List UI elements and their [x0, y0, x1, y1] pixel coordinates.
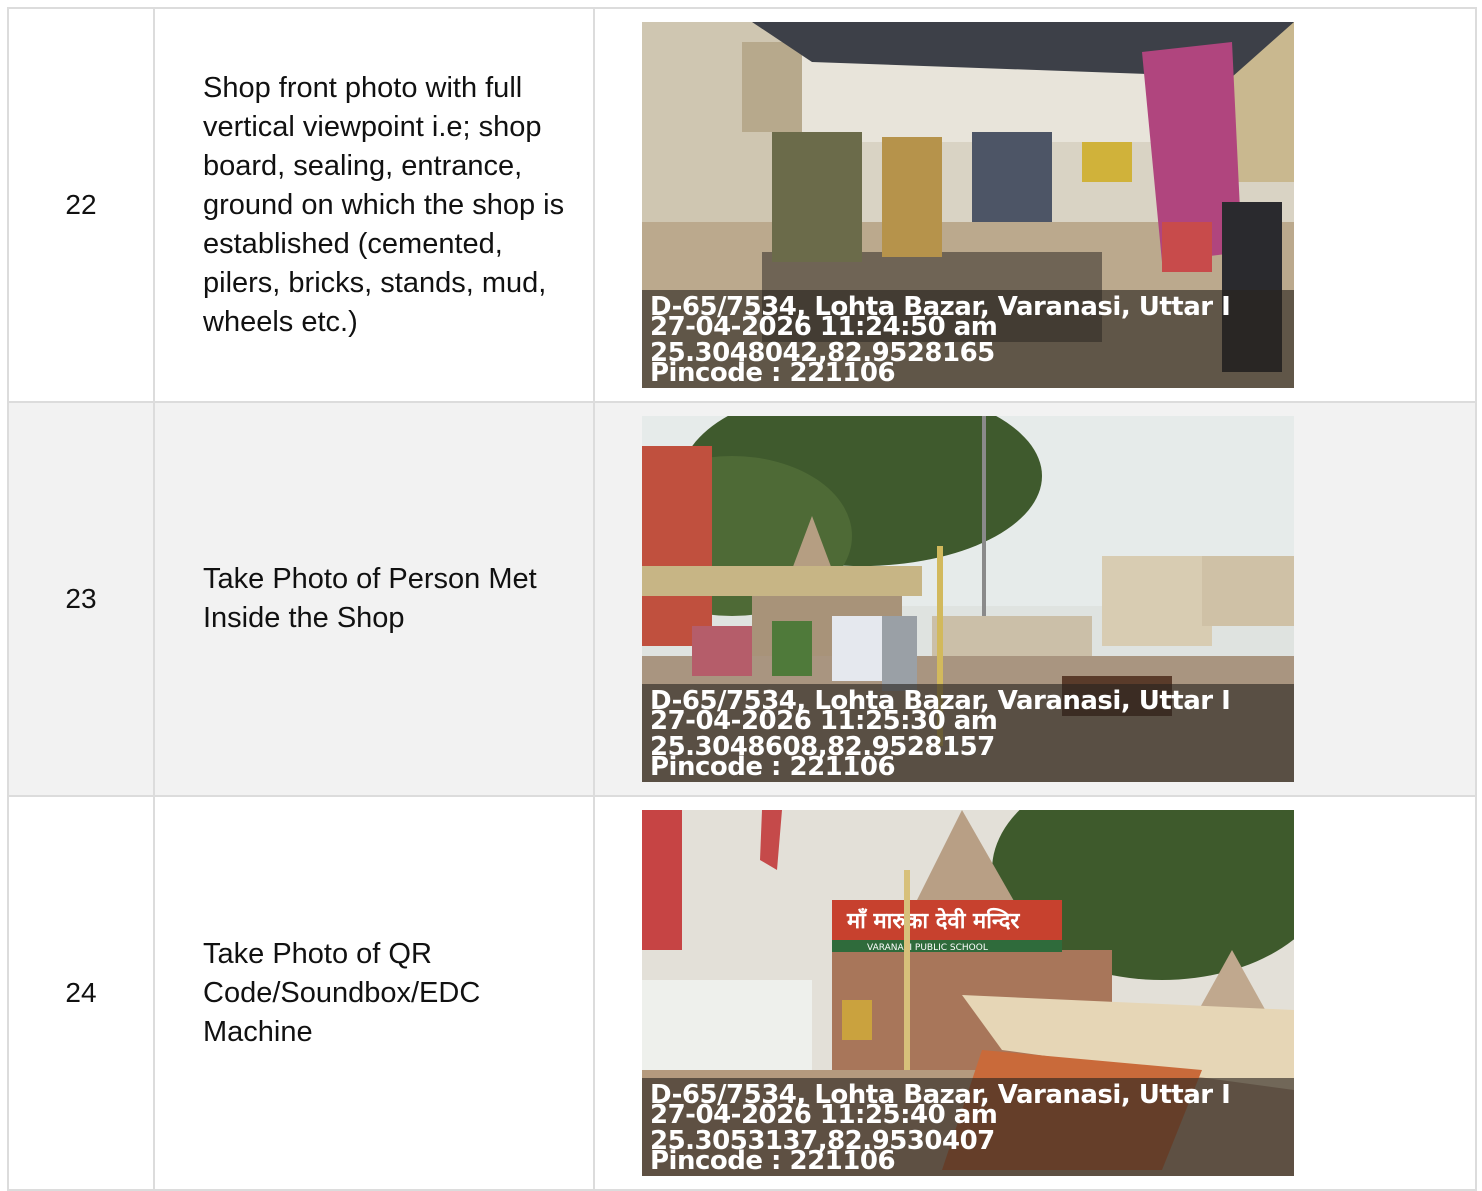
- stamp-pincode: Pincode : 221106: [650, 752, 896, 782]
- stamp-pincode: Pincode : 221106: [650, 358, 896, 388]
- school-sign-text: VARANASI PUBLIC SCHOOL: [867, 943, 988, 953]
- row-number: 22: [7, 7, 155, 403]
- shop-front-photo: D-65/7534, Lohta Bazar, Varanasi, Uttar …: [642, 22, 1294, 388]
- table-row: 24 Take Photo of QR Code/Soundbox/EDC Ma…: [7, 795, 1477, 1191]
- photo-cell: D-65/7534, Lohta Bazar, Varanasi, Uttar …: [593, 401, 1477, 797]
- row-description: Take Photo of Person Met Inside the Shop: [153, 401, 595, 797]
- stamp-datetime: 27-04-2026 11:25:40 am: [650, 1100, 998, 1130]
- photo-cell: D-65/7534, Lohta Bazar, Varanasi, Uttar …: [593, 7, 1477, 403]
- row-description: Take Photo of QR Code/Soundbox/EDC Machi…: [153, 795, 595, 1191]
- person-met-photo: D-65/7534, Lohta Bazar, Varanasi, Uttar …: [642, 416, 1294, 782]
- stamp-datetime: 27-04-2026 11:24:50 am: [650, 312, 998, 342]
- table-row: 23 Take Photo of Person Met Inside the S…: [7, 401, 1477, 797]
- qr-code-photo: माँ मारुका देवी मन्दिर VARANASI PUBLIC S…: [642, 810, 1294, 1176]
- row-description: Shop front photo with full vertical view…: [153, 7, 595, 403]
- survey-table: 22 Shop front photo with full vertical v…: [7, 7, 1477, 1191]
- row-number: 23: [7, 401, 155, 797]
- photo-cell: माँ मारुका देवी मन्दिर VARANASI PUBLIC S…: [593, 795, 1477, 1191]
- temple-sign-text: माँ मारुका देवी मन्दिर: [846, 907, 1020, 934]
- stamp-datetime: 27-04-2026 11:25:30 am: [650, 706, 998, 736]
- row-number: 24: [7, 795, 155, 1191]
- stamp-pincode: Pincode : 221106: [650, 1146, 896, 1176]
- table-row: 22 Shop front photo with full vertical v…: [7, 7, 1477, 403]
